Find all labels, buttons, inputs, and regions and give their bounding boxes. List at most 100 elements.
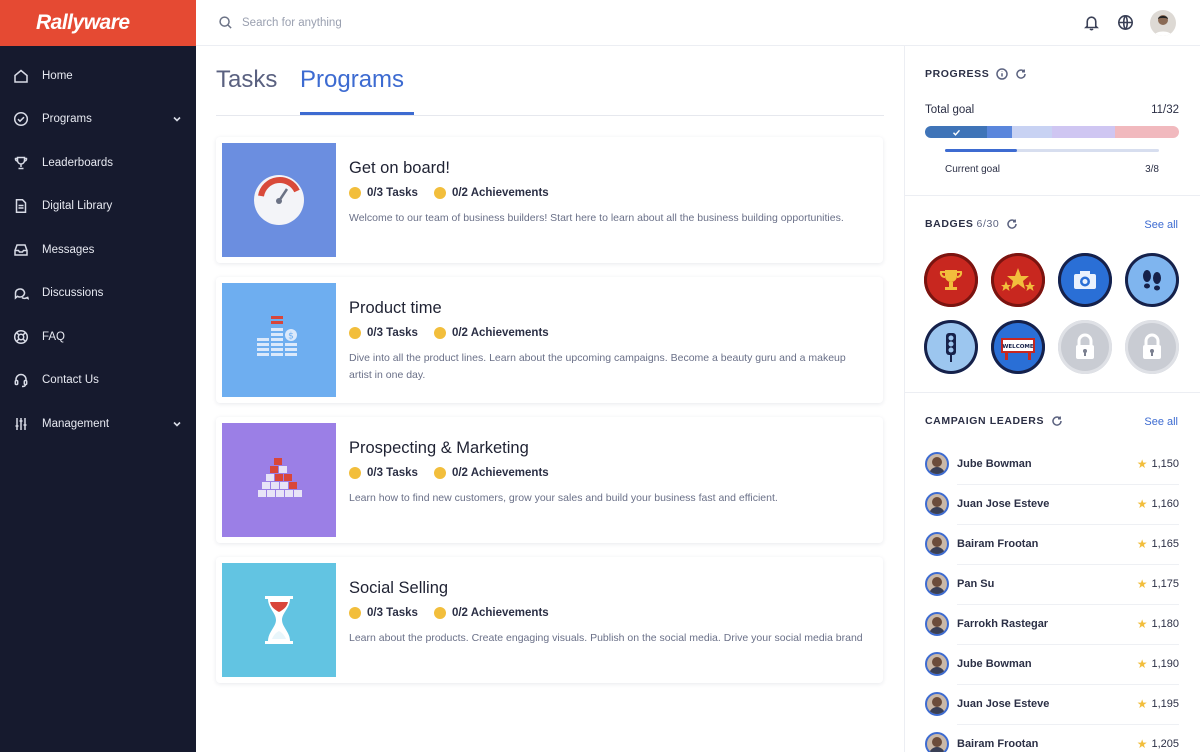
leader-score: ★ 1,180 xyxy=(1137,617,1179,631)
leader-row[interactable]: Bairam Frootan ★ 1,205 xyxy=(925,724,1179,752)
logo[interactable]: Rallyware xyxy=(0,0,196,46)
achievement-icon xyxy=(433,327,446,339)
sidebar-item-label: FAQ xyxy=(42,330,66,343)
leader-row[interactable]: Jube Bowman ★ 1,150 xyxy=(925,444,1179,484)
locked-badge-icon[interactable] xyxy=(1058,320,1112,374)
stars-badge-icon[interactable] xyxy=(991,253,1045,307)
program-thumbnail xyxy=(222,143,336,257)
leader-row[interactable]: Pan Su ★ 1,175 xyxy=(925,564,1179,604)
refresh-icon[interactable] xyxy=(1051,415,1063,427)
globe-icon[interactable] xyxy=(1116,14,1134,32)
sidebar-item-label: Leaderboards xyxy=(42,156,113,169)
program-card[interactable]: Prospecting & Marketing 0/3 Tasks 0/2 Ac… xyxy=(216,417,883,543)
sidebar-item-home[interactable]: Home xyxy=(0,54,196,98)
info-icon[interactable] xyxy=(996,68,1009,80)
logo-text: Rallyware xyxy=(36,11,130,34)
sidebar-item-label: Contact Us xyxy=(42,374,99,387)
sidebar-item-faq[interactable]: FAQ xyxy=(0,315,196,359)
search-box[interactable]: Search for anything xyxy=(218,15,342,30)
leader-score: ★ 1,195 xyxy=(1137,697,1179,711)
score-value: 1,160 xyxy=(1151,498,1179,510)
sidebar-item-digital-library[interactable]: Digital Library xyxy=(0,185,196,229)
progress-segment xyxy=(1052,126,1115,138)
program-card[interactable]: Social Selling 0/3 Tasks 0/2 Achievement… xyxy=(216,557,883,683)
active-tab-indicator xyxy=(300,112,414,115)
tasks-count: 0/3 Tasks xyxy=(367,187,418,199)
avatar xyxy=(925,572,949,596)
badges-see-all-link[interactable]: See all xyxy=(1144,219,1178,231)
refresh-icon[interactable] xyxy=(1006,218,1018,230)
leader-score: ★ 1,160 xyxy=(1137,497,1179,511)
leader-row[interactable]: Juan Jose Esteve ★ 1,195 xyxy=(925,684,1179,724)
sidebar-item-label: Discussions xyxy=(42,287,104,300)
leader-name: Bairam Frootan xyxy=(957,538,1039,550)
current-goal-bar xyxy=(945,149,1159,152)
svg-text:$: $ xyxy=(288,332,294,342)
avatar xyxy=(925,652,949,676)
locked-badge-icon[interactable] xyxy=(1125,320,1179,374)
footprints-badge-icon[interactable] xyxy=(1125,253,1179,307)
chevron-down-icon[interactable] xyxy=(172,114,182,124)
program-meta: 0/3 Tasks 0/2 Achievements xyxy=(349,187,549,199)
sidebar-item-leaderboards[interactable]: Leaderboards xyxy=(0,141,196,185)
sidebar-item-label: Messages xyxy=(42,243,95,256)
search-input[interactable]: Search for anything xyxy=(242,17,342,29)
top-actions xyxy=(1066,9,1176,36)
sidebar-item-contact-us[interactable]: Contact Us xyxy=(0,359,196,403)
leaders-see-all-link[interactable]: See all xyxy=(1144,416,1178,428)
leader-row[interactable]: Farrokh Rastegar ★ 1,180 xyxy=(925,604,1179,644)
gauge-icon xyxy=(254,175,304,225)
score-value: 1,190 xyxy=(1151,658,1179,670)
traffic-light-badge-icon[interactable] xyxy=(924,320,978,374)
leaders-header: CAMPAIGN LEADERS xyxy=(925,415,1063,427)
welcome-badge-icon[interactable]: WELCOME xyxy=(991,320,1045,374)
leader-row[interactable]: Jube Bowman ★ 1,190 xyxy=(925,644,1179,684)
tab-programs[interactable]: Programs xyxy=(300,66,404,94)
leader-name: Jube Bowman xyxy=(957,458,1032,470)
achievements-count: 0/2 Achievements xyxy=(451,327,549,339)
bell-icon[interactable] xyxy=(1082,14,1100,32)
star-icon: ★ xyxy=(1136,537,1148,551)
sidebar-item-messages[interactable]: Messages xyxy=(0,228,196,272)
program-description: Dive into all the product lines. Learn a… xyxy=(349,352,846,381)
badges-title: BADGES xyxy=(925,218,974,230)
coin-icon xyxy=(349,607,361,619)
star-icon: ★ xyxy=(1136,737,1148,751)
tab-bar: Tasks Programs xyxy=(216,66,884,116)
sidebar-item-discussions[interactable]: Discussions xyxy=(0,272,196,316)
total-goal-bar xyxy=(925,126,1179,138)
user-avatar[interactable] xyxy=(1150,9,1176,36)
leader-row[interactable]: Juan Jose Esteve ★ 1,160 xyxy=(925,484,1179,524)
program-card[interactable]: $ Product time 0/3 Tasks 0/2 Achievement… xyxy=(216,277,883,403)
leader-row[interactable]: Bairam Frootan ★ 1,165 xyxy=(925,524,1179,564)
leader-name: Bairam Frootan xyxy=(957,738,1039,750)
score-value: 1,165 xyxy=(1151,538,1179,550)
leader-score: ★ 1,165 xyxy=(1137,537,1179,551)
trophy-icon xyxy=(12,154,30,172)
sidebar-item-label: Management xyxy=(42,417,110,430)
leader-name: Juan Jose Esteve xyxy=(957,498,1050,510)
coin-icon xyxy=(349,187,361,199)
sidebar: Rallyware Home Programs Leaderboards Dig… xyxy=(0,0,196,752)
score-value: 1,175 xyxy=(1151,578,1179,590)
chevron-down-icon[interactable] xyxy=(172,419,182,429)
trophy-badge-icon[interactable] xyxy=(924,253,978,307)
sidebar-item-label: Digital Library xyxy=(42,200,113,213)
star-icon: ★ xyxy=(1136,617,1148,631)
sidebar-item-management[interactable]: Management xyxy=(0,402,196,446)
score-value: 1,205 xyxy=(1151,738,1179,750)
current-goal-value: 3/8 xyxy=(1145,164,1159,175)
camera-badge-icon[interactable] xyxy=(1058,253,1112,307)
program-meta: 0/3 Tasks 0/2 Achievements xyxy=(349,467,549,479)
badges-count: 6/30 xyxy=(976,218,1000,230)
sidebar-nav: Home Programs Leaderboards Digital Libra… xyxy=(0,46,196,446)
leader-name: Juan Jose Esteve xyxy=(957,698,1050,710)
leader-score: ★ 1,190 xyxy=(1137,657,1179,671)
refresh-icon[interactable] xyxy=(1015,68,1027,80)
sidebar-item-programs[interactable]: Programs xyxy=(0,98,196,142)
program-title: Social Selling xyxy=(349,579,449,597)
star-icon: ★ xyxy=(1136,457,1148,471)
tab-tasks[interactable]: Tasks xyxy=(216,66,277,94)
headset-icon xyxy=(12,371,30,389)
program-card[interactable]: Get on board! 0/3 Tasks 0/2 Achievements… xyxy=(216,137,883,263)
